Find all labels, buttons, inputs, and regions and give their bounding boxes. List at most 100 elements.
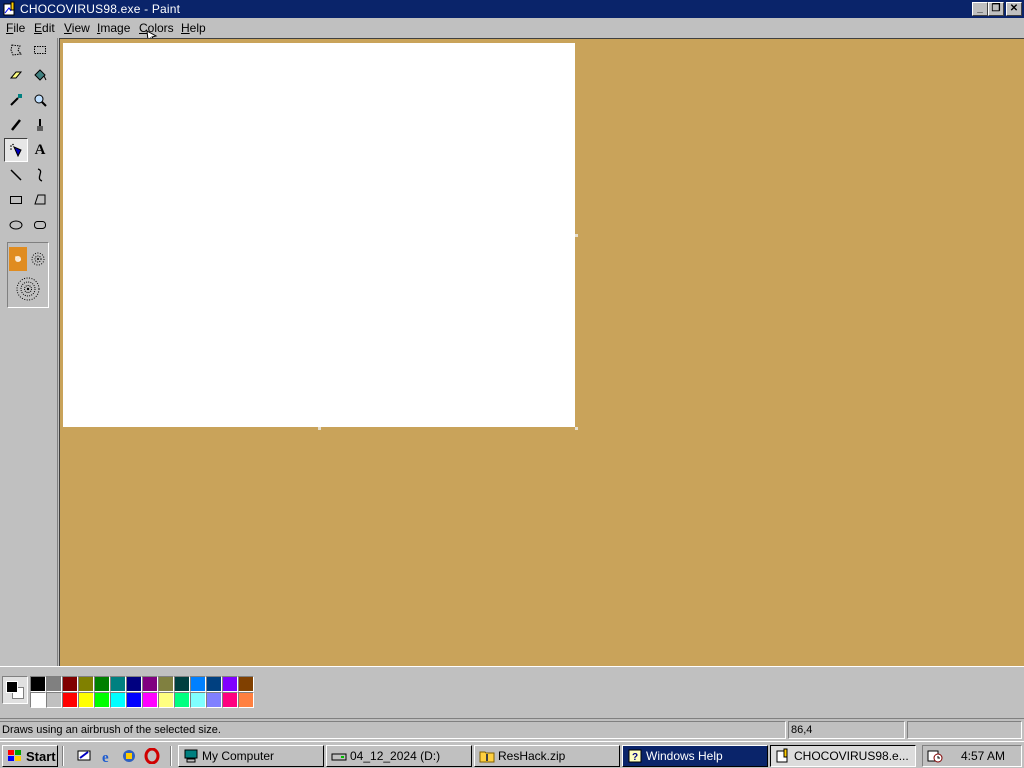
- tool-text[interactable]: A: [28, 138, 52, 162]
- curve-icon: [37, 168, 43, 182]
- menu-bar: File Edit View Image Colors Help: [0, 18, 1024, 42]
- color-swatch[interactable]: [78, 676, 94, 692]
- opera-icon: [144, 747, 159, 764]
- color-swatch[interactable]: [94, 676, 110, 692]
- ellipse-icon: [9, 220, 23, 230]
- color-swatch[interactable]: [46, 692, 62, 708]
- color-swatch[interactable]: [206, 676, 222, 692]
- color-swatch[interactable]: [94, 692, 110, 708]
- spray-medium-icon: [31, 252, 45, 266]
- color-swatch[interactable]: [158, 676, 174, 692]
- color-swatch[interactable]: [110, 676, 126, 692]
- color-swatch[interactable]: [142, 692, 158, 708]
- tool-polygon[interactable]: [28, 188, 52, 212]
- color-swatch[interactable]: [62, 692, 78, 708]
- quicklaunch-opera[interactable]: [143, 747, 160, 764]
- resize-handle-corner[interactable]: [575, 427, 578, 430]
- quicklaunch-ie[interactable]: e: [98, 747, 115, 764]
- tool-box: A: [0, 38, 58, 666]
- task-paint[interactable]: CHOCOVIRUS98.e...: [770, 745, 916, 767]
- color-swatch[interactable]: [174, 692, 190, 708]
- menu-edit[interactable]: Edit: [34, 21, 55, 35]
- close-icon: ✕: [1009, 3, 1019, 14]
- free-form-select-icon: [10, 44, 22, 56]
- taskbar-separator: [62, 746, 64, 766]
- color-swatch[interactable]: [238, 692, 254, 708]
- color-swatch[interactable]: [222, 676, 238, 692]
- status-bar: Draws using an airbrush of the selected …: [0, 718, 1024, 740]
- color-swatch[interactable]: [126, 676, 142, 692]
- airbrush-size-medium[interactable]: [29, 247, 47, 271]
- system-tray: 4:57 AM: [922, 745, 1022, 767]
- tool-color-picker[interactable]: [4, 88, 28, 112]
- start-button[interactable]: Start: [2, 745, 58, 767]
- brush-icon: [37, 119, 43, 131]
- clock[interactable]: 4:57 AM: [961, 749, 1005, 763]
- color-swatch[interactable]: [222, 692, 238, 708]
- rectangle-icon: [10, 196, 22, 204]
- tool-pencil[interactable]: [4, 113, 28, 137]
- zip-folder-icon: [479, 751, 495, 763]
- airbrush-icon: [10, 143, 22, 157]
- tool-rect-select[interactable]: [28, 38, 52, 62]
- color-swatch[interactable]: [142, 676, 158, 692]
- desktop-icon: [77, 750, 90, 760]
- drawing-canvas[interactable]: [63, 43, 575, 427]
- resize-handle-bottom[interactable]: [318, 427, 321, 430]
- color-swatch[interactable]: [190, 692, 206, 708]
- task-my-computer[interactable]: My Computer: [178, 745, 324, 767]
- paint-icon: [776, 748, 788, 763]
- tool-free-form-select[interactable]: [4, 38, 28, 62]
- color-swatch[interactable]: [62, 676, 78, 692]
- menu-file[interactable]: File: [6, 21, 25, 35]
- color-swatch[interactable]: [158, 692, 174, 708]
- foreground-color: [6, 681, 18, 693]
- color-swatch[interactable]: [46, 676, 62, 692]
- menu-view[interactable]: View: [64, 21, 90, 35]
- quicklaunch-desktop[interactable]: [75, 747, 92, 764]
- tool-line[interactable]: [4, 163, 28, 187]
- menu-image[interactable]: Image: [97, 21, 130, 35]
- start-label: Start: [26, 748, 56, 764]
- task-reshack-zip[interactable]: ResHack.zip: [474, 745, 620, 767]
- minimize-button[interactable]: _: [972, 2, 988, 16]
- paint-app-icon[interactable]: [2, 1, 18, 17]
- scheduler-icon[interactable]: [927, 748, 943, 764]
- quicklaunch-channels[interactable]: [120, 747, 137, 764]
- windows-logo-icon: [8, 750, 21, 761]
- color-swatch[interactable]: [174, 676, 190, 692]
- rounded-rect-icon: [34, 221, 46, 229]
- color-swatch[interactable]: [238, 676, 254, 692]
- tool-brush[interactable]: [28, 113, 52, 137]
- current-colors[interactable]: [2, 676, 28, 704]
- tool-airbrush[interactable]: [4, 138, 28, 162]
- color-swatch[interactable]: [206, 692, 222, 708]
- airbrush-size-large[interactable]: [14, 275, 42, 303]
- resize-handle-right[interactable]: [575, 234, 578, 237]
- tool-eraser[interactable]: [4, 63, 28, 87]
- line-icon: [10, 169, 22, 181]
- airbrush-size-small[interactable]: [9, 247, 27, 271]
- tool-fill[interactable]: [28, 63, 52, 87]
- color-swatch[interactable]: [110, 692, 126, 708]
- tool-rectangle[interactable]: [4, 188, 28, 212]
- color-swatch[interactable]: [190, 676, 206, 692]
- tool-curve[interactable]: [28, 163, 52, 187]
- restore-button[interactable]: ❐: [988, 2, 1004, 16]
- taskbar-separator: [170, 746, 172, 766]
- tool-rounded-rect[interactable]: [28, 213, 52, 237]
- color-swatch[interactable]: [126, 692, 142, 708]
- svg-text:e: e: [102, 750, 109, 764]
- svg-text:?: ?: [632, 752, 638, 763]
- menu-help[interactable]: Help: [181, 21, 206, 35]
- color-swatch[interactable]: [30, 692, 46, 708]
- airbrush-size-options: [7, 242, 49, 308]
- tool-ellipse[interactable]: [4, 213, 28, 237]
- task-windows-help[interactable]: ? Windows Help: [622, 745, 768, 767]
- minimize-icon: _: [977, 3, 983, 14]
- close-button[interactable]: ✕: [1006, 2, 1022, 16]
- color-swatch[interactable]: [78, 692, 94, 708]
- color-swatch[interactable]: [30, 676, 46, 692]
- tool-magnifier[interactable]: [28, 88, 52, 112]
- task-drive-d[interactable]: 04_12_2024 (D:): [326, 745, 472, 767]
